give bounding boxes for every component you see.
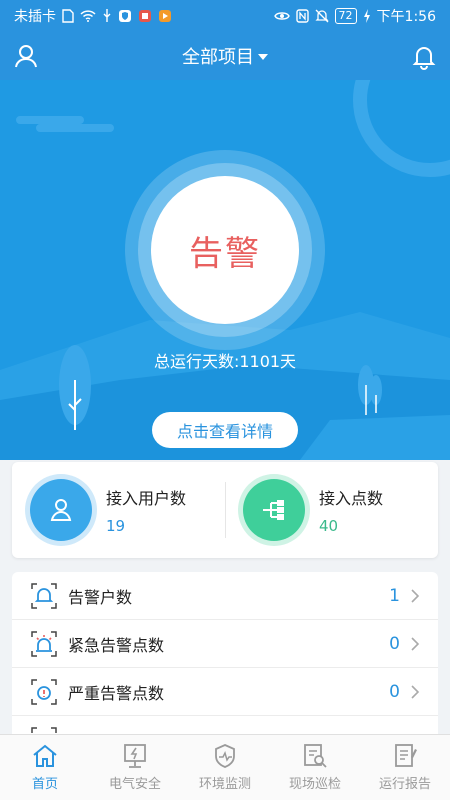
carrier-text: 未插卡 — [14, 9, 56, 25]
user-icon[interactable] — [12, 42, 40, 70]
status-bar: 未插卡 72 下午1:56 — [0, 0, 450, 32]
list-item-label: 严重告警点数 — [68, 683, 165, 703]
nav-label: 运行报告 — [378, 777, 431, 792]
stat-users-label: 接入用户数 — [106, 489, 187, 508]
battery-indicator: 72 — [334, 8, 357, 24]
alarm-status-text: 告警 — [189, 233, 261, 274]
hero-panel: 告警 总运行天数:1101天 点击查看详情 — [0, 80, 450, 460]
book-app-icon — [138, 9, 152, 23]
inspection-icon — [304, 744, 327, 768]
nav-environment[interactable]: 环境监测 — [180, 735, 270, 800]
total-run-days: 总运行天数:1101天 — [153, 352, 297, 371]
chevron-right-icon — [411, 636, 420, 651]
home-icon — [33, 744, 57, 767]
charging-icon — [363, 9, 371, 23]
app-header: 全部项目 — [0, 32, 450, 80]
wifi-icon — [80, 10, 96, 22]
severe-alarm-icon — [31, 678, 57, 705]
sim-icon — [62, 9, 74, 23]
view-details-button[interactable]: 点击查看详情 — [152, 412, 298, 448]
stats-card: 接入用户数 19 接入点数 40 — [12, 462, 438, 558]
environment-icon — [215, 744, 235, 768]
stat-points[interactable]: 接入点数 40 — [225, 462, 438, 558]
nav-label: 电气安全 — [108, 777, 161, 792]
alarm-status-circle[interactable]: 告警 — [151, 176, 299, 324]
stat-points-value: 40 — [319, 517, 339, 535]
list-item-label: 紧急告警点数 — [68, 635, 165, 655]
stat-users[interactable]: 接入用户数 19 — [12, 462, 225, 558]
mute-icon — [314, 9, 329, 23]
nav-electrical-safety[interactable]: 电气安全 — [90, 735, 180, 800]
shield-app-icon — [118, 9, 132, 23]
list-item-label: 告警户数 — [68, 587, 133, 607]
list-item-urgent-alarms[interactable]: 紧急告警点数 0 — [12, 620, 438, 668]
list-item-alarm-households[interactable]: 告警户数 1 — [12, 572, 438, 620]
electrical-icon — [124, 744, 146, 768]
eye-icon — [273, 10, 290, 22]
nav-inspection[interactable]: 现场巡检 — [270, 735, 360, 800]
nav-label: 现场巡检 — [288, 777, 341, 792]
stat-points-label: 接入点数 — [319, 489, 384, 508]
bottom-nav: 首页 电气安全 环境监测 现场巡检 运行报告 — [0, 734, 450, 800]
chevron-right-icon — [411, 588, 420, 603]
urgent-siren-icon — [31, 630, 57, 657]
chevron-right-icon — [411, 684, 420, 699]
video-app-icon — [158, 9, 172, 23]
list-item-severe-alarms[interactable]: 严重告警点数 0 — [12, 668, 438, 716]
list-item-count: 0 — [389, 633, 400, 654]
project-selector[interactable]: 全部项目 — [182, 43, 268, 69]
nav-home[interactable]: 首页 — [0, 735, 90, 800]
report-icon — [395, 744, 417, 767]
clock-text: 下午1:56 — [376, 9, 436, 25]
users-icon — [30, 479, 92, 541]
nfc-icon — [295, 9, 309, 23]
alarm-list: 告警户数 1 紧急告警点数 0 严重告警点数 0 — [12, 572, 438, 742]
list-item-count: 1 — [389, 585, 400, 606]
nav-report[interactable]: 运行报告 — [360, 735, 450, 800]
stat-users-value: 19 — [106, 517, 126, 535]
nav-label: 环境监测 — [198, 777, 251, 792]
network-points-icon — [243, 479, 305, 541]
caret-down-icon — [258, 54, 268, 60]
bell-icon[interactable] — [410, 42, 438, 70]
usb-icon — [102, 9, 112, 23]
nav-label: 首页 — [31, 777, 58, 792]
alarm-bell-icon — [31, 582, 57, 609]
project-selector-label: 全部项目 — [182, 47, 254, 68]
list-item-count: 0 — [389, 681, 400, 702]
